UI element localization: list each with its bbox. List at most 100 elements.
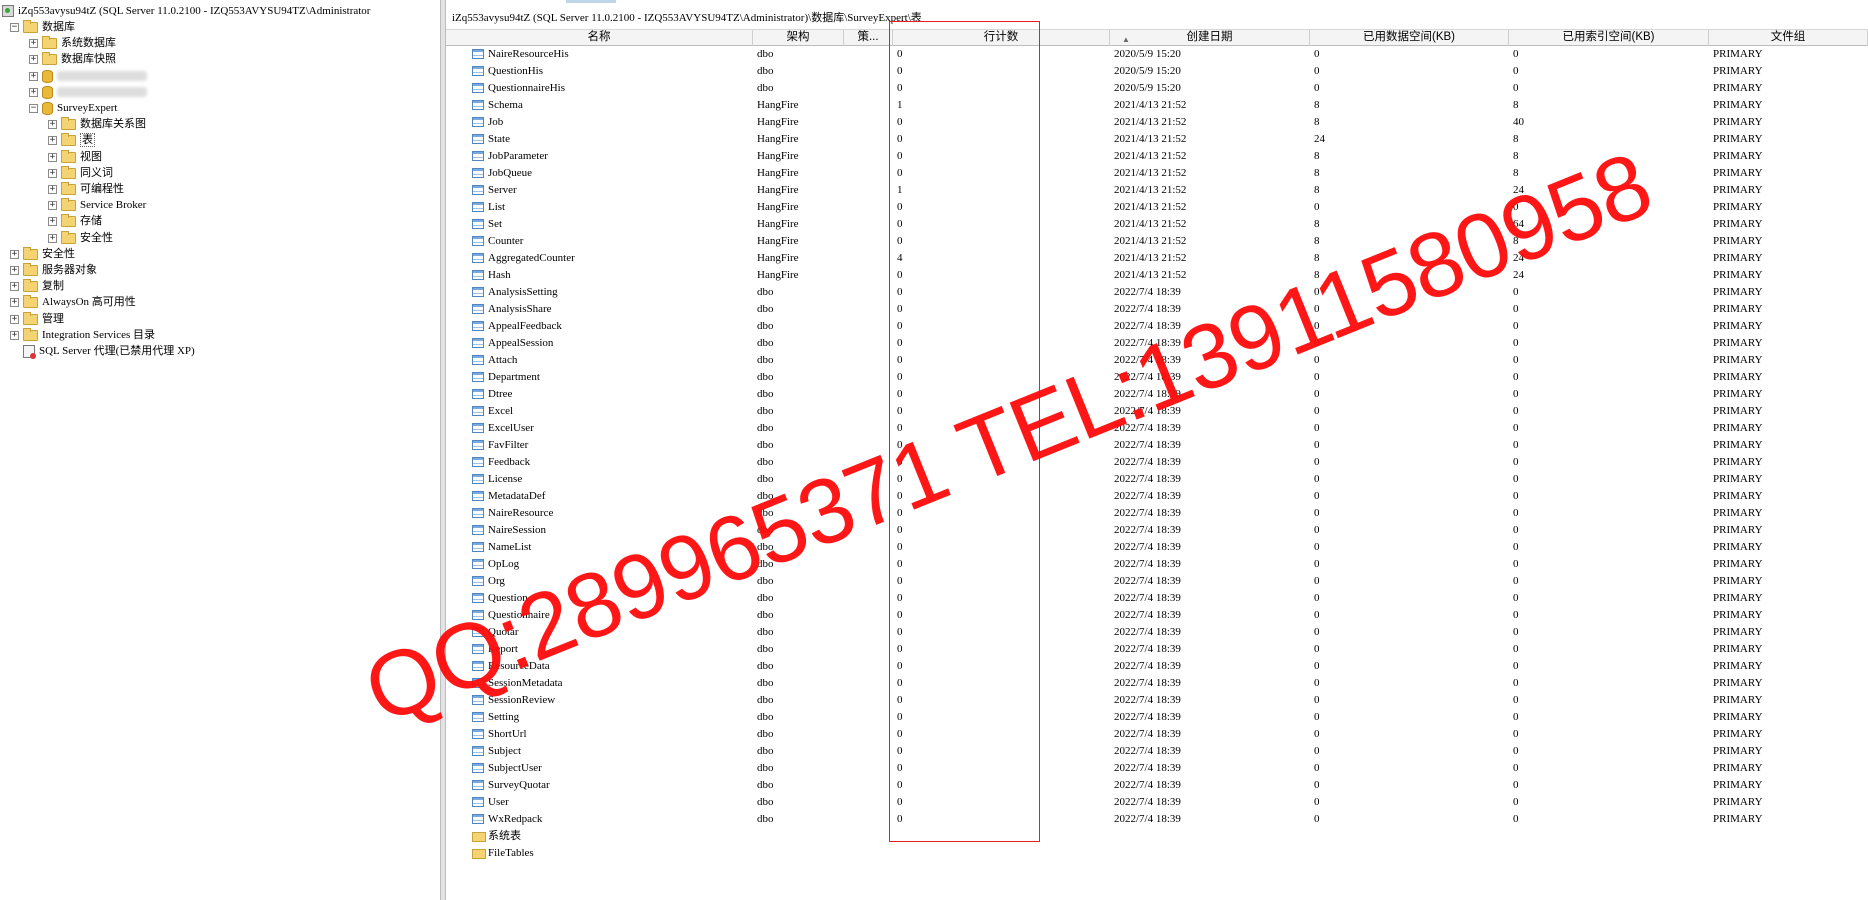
table-row[interactable]: Hash HangFire 0 2021/4/13 21:52 8 24 PRIMARY [446, 267, 1868, 284]
expand-icon[interactable]: + [48, 184, 57, 194]
expand-icon[interactable]: + [29, 87, 38, 97]
expand-icon[interactable]: + [48, 201, 57, 211]
table-row[interactable]: Server HangFire 1 2021/4/13 21:52 8 24 PRIMARY [446, 182, 1868, 199]
tree-node[interactable]: + 数据库关系图 [48, 116, 146, 132]
column-header[interactable]: 已用索引空间(KB) [1509, 30, 1709, 46]
table-row[interactable]: Question dbo 0 2022/7/4 18:39 0 0 PRIMARY [446, 590, 1868, 607]
table-row[interactable]: ResourceData dbo 0 2022/7/4 18:39 0 0 PRIMARY [446, 658, 1868, 675]
expand-icon[interactable]: + [48, 152, 57, 162]
table-row[interactable]: NameList dbo 0 2022/7/4 18:39 0 0 PRIMARY [446, 539, 1868, 556]
table-row[interactable]: Set HangFire 0 2021/4/13 21:52 8 64 PRIMARY [446, 216, 1868, 233]
table-row[interactable]: NaireResourceHis dbo 0 2020/5/9 15:20 0 0 PRIM… [446, 46, 1868, 63]
tree-node[interactable]: + 同义词 [48, 165, 113, 181]
column-header[interactable]: 行计数 [893, 30, 1110, 46]
table-row[interactable]: Questionnaire dbo 0 2022/7/4 18:39 0 0 PRIMARY [446, 607, 1868, 624]
table-row[interactable]: JobParameter HangFire 0 2021/4/13 21:52 8 8 PR… [446, 148, 1868, 165]
expand-icon[interactable]: + [29, 71, 38, 81]
table-row[interactable]: QuestionnaireHis dbo 0 2020/5/9 15:20 0 0 PRIM… [446, 80, 1868, 97]
tree-node[interactable]: + 系统数据库 [29, 35, 116, 51]
table-row[interactable]: Attach dbo 0 2022/7/4 18:39 0 0 PRIMARY [446, 352, 1868, 369]
tree-node[interactable]: + 服务器对象 [10, 262, 97, 278]
folder-row[interactable]: FileTables [446, 845, 1868, 862]
tree-node[interactable]: + 可编程性 [48, 181, 124, 197]
table-icon [472, 304, 484, 314]
tree-node[interactable]: + 表 [48, 132, 95, 148]
folder-row[interactable]: 系统表 [446, 828, 1868, 845]
table-row[interactable]: Counter HangFire 0 2021/4/13 21:52 8 8 PRIMARY [446, 233, 1868, 250]
table-row[interactable]: Feedback dbo 0 2022/7/4 18:39 0 0 PRIMARY [446, 454, 1868, 471]
table-row[interactable]: Dtree dbo 0 2022/7/4 18:39 0 0 PRIMARY [446, 386, 1868, 403]
table-row[interactable]: QuestionHis dbo 0 2020/5/9 15:20 0 0 PRIMARY [446, 63, 1868, 80]
table-row[interactable]: SubjectUser dbo 0 2022/7/4 18:39 0 0 PRIMARY [446, 760, 1868, 777]
table-row[interactable]: AnalysisSetting dbo 0 2022/7/4 18:39 0 0 PRIMA… [446, 284, 1868, 301]
expand-icon[interactable]: + [10, 298, 19, 308]
tree-node[interactable]: + AlwaysOn 高可用性 [10, 294, 136, 310]
table-row[interactable]: FavFilter dbo 0 2022/7/4 18:39 0 0 PRIMARY [446, 437, 1868, 454]
expand-icon[interactable]: + [29, 39, 38, 49]
table-row[interactable]: OpLog dbo 0 2022/7/4 18:39 0 0 PRIMARY [446, 556, 1868, 573]
expand-icon[interactable]: + [48, 136, 57, 146]
tree-node[interactable]: + [29, 84, 147, 100]
server-node[interactable]: iZq553avysu94tZ (SQL Server 11.0.2100 - … [2, 3, 370, 19]
expand-icon[interactable]: + [48, 120, 57, 130]
tree-node[interactable]: + 存储 [48, 213, 102, 229]
table-row[interactable]: NaireSession dbo 0 2022/7/4 18:39 0 0 PRIMARY [446, 522, 1868, 539]
table-row[interactable]: Schema HangFire 1 2021/4/13 21:52 8 8 PRIMARY [446, 97, 1868, 114]
column-header[interactable]: 策... [844, 30, 893, 46]
column-header[interactable]: 已用数据空间(KB) [1310, 30, 1509, 46]
tree-node[interactable]: + 复制 [10, 278, 64, 294]
table-row[interactable]: ShortUrl dbo 0 2022/7/4 18:39 0 0 PRIMARY [446, 726, 1868, 743]
column-header[interactable]: 架构 [753, 30, 844, 46]
table-row[interactable]: Report dbo 0 2022/7/4 18:39 0 0 PRIMARY [446, 641, 1868, 658]
tree-node[interactable]: + 数据库快照 [29, 51, 116, 67]
tree-node[interactable]: + Service Broker [48, 197, 146, 213]
table-row[interactable]: SessionReview dbo 0 2022/7/4 18:39 0 0 PRIMARY [446, 692, 1868, 709]
column-header[interactable]: 名称 [446, 30, 753, 46]
expand-icon[interactable]: + [10, 265, 19, 275]
table-row[interactable]: User dbo 0 2022/7/4 18:39 0 0 PRIMARY [446, 794, 1868, 811]
table-row[interactable]: ExcelUser dbo 0 2022/7/4 18:39 0 0 PRIMARY [446, 420, 1868, 437]
tree-node[interactable]: + 视图 [48, 149, 102, 165]
table-row[interactable]: List HangFire 0 2021/4/13 21:52 0 0 PRIMARY [446, 199, 1868, 216]
collapse-icon[interactable]: − [10, 22, 19, 32]
expand-icon[interactable]: + [10, 282, 19, 292]
table-row[interactable]: AppealSession dbo 0 2022/7/4 18:39 0 0 PRIMARY [446, 335, 1868, 352]
table-row[interactable]: WxRedpack dbo 0 2022/7/4 18:39 0 0 PRIMARY [446, 811, 1868, 828]
table-row[interactable]: Department dbo 0 2022/7/4 18:39 0 0 PRIMARY [446, 369, 1868, 386]
expand-icon[interactable]: + [48, 233, 57, 243]
table-row[interactable]: Quotar dbo 0 2022/7/4 18:39 0 0 PRIMARY [446, 624, 1868, 641]
table-row[interactable]: MetadataDef dbo 0 2022/7/4 18:39 0 0 PRIMARY [446, 488, 1868, 505]
table-row[interactable]: Org dbo 0 2022/7/4 18:39 0 0 PRIMARY [446, 573, 1868, 590]
expand-icon[interactable]: + [48, 168, 57, 178]
table-row[interactable]: SessionMetadata dbo 0 2022/7/4 18:39 0 0 PRIMA… [446, 675, 1868, 692]
tree-node[interactable]: + 安全性 [48, 230, 113, 246]
table-row[interactable]: NaireResource dbo 0 2022/7/4 18:39 0 0 PRIMARY [446, 505, 1868, 522]
expand-icon[interactable]: + [10, 330, 19, 340]
active-tab-edge[interactable] [566, 0, 616, 3]
table-row[interactable]: AggregatedCounter HangFire 4 2021/4/13 21:5… [446, 250, 1868, 267]
tree-node[interactable]: + 管理 [10, 311, 64, 327]
expand-icon[interactable]: + [29, 55, 38, 65]
table-row[interactable]: SurveyQuotar dbo 0 2022/7/4 18:39 0 0 PRIMARY [446, 777, 1868, 794]
tree-node[interactable]: + Integration Services 目录 [10, 327, 155, 343]
table-row[interactable]: State HangFire 0 2021/4/13 21:52 24 8 PRIMARY [446, 131, 1868, 148]
collapse-icon[interactable]: − [29, 103, 38, 113]
tree-node[interactable]: + [29, 68, 147, 84]
tree-node[interactable]: − SurveyExpert [29, 100, 117, 116]
expand-icon[interactable]: + [10, 314, 19, 324]
table-row[interactable]: Subject dbo 0 2022/7/4 18:39 0 0 PRIMARY [446, 743, 1868, 760]
table-row[interactable]: AnalysisShare dbo 0 2022/7/4 18:39 0 0 PRIMARY [446, 301, 1868, 318]
expand-icon[interactable]: + [10, 249, 19, 259]
expand-icon[interactable]: + [48, 217, 57, 227]
table-row[interactable]: Setting dbo 0 2022/7/4 18:39 0 0 PRIMARY [446, 709, 1868, 726]
column-header[interactable]: 创建日期 ▲ [1110, 30, 1310, 46]
tree-node[interactable]: + 安全性 [10, 246, 75, 262]
column-header[interactable]: 文件组 [1709, 30, 1868, 46]
table-row[interactable]: Job HangFire 0 2021/4/13 21:52 8 40 PRIMARY [446, 114, 1868, 131]
table-row[interactable]: Excel dbo 0 2022/7/4 18:39 0 0 PRIMARY [446, 403, 1868, 420]
table-row[interactable]: JobQueue HangFire 0 2021/4/13 21:52 8 8 PRIMAR… [446, 165, 1868, 182]
table-row[interactable]: AppealFeedback dbo 0 2022/7/4 18:39 0 0 PRIMAR… [446, 318, 1868, 335]
tree-node[interactable]: SQL Server 代理(已禁用代理 XP) [10, 343, 195, 359]
table-row[interactable]: License dbo 0 2022/7/4 18:39 0 0 PRIMARY [446, 471, 1868, 488]
tree-node[interactable]: − 数据库 [10, 19, 75, 35]
